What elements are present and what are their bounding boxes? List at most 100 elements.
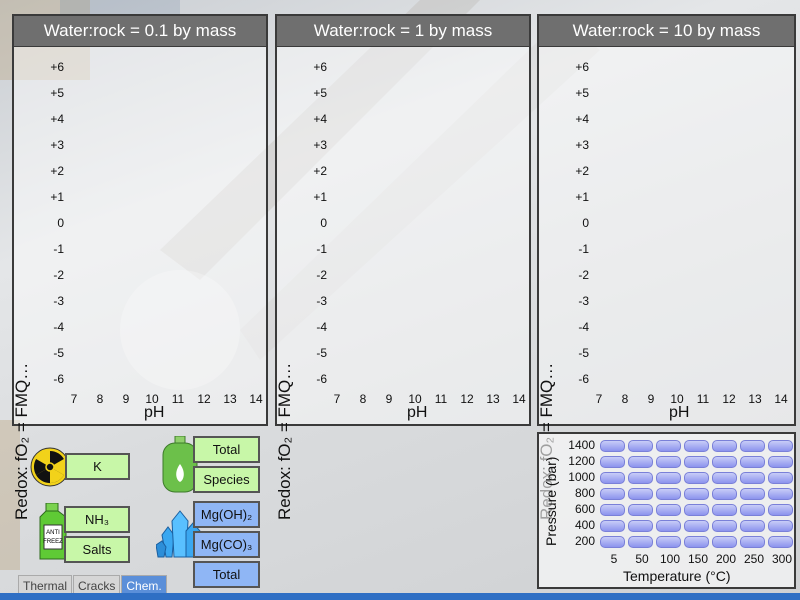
pt-cell[interactable] [628,472,653,484]
pt-cell[interactable] [768,472,793,484]
y-tick: +5 [313,86,327,100]
pt-cell[interactable] [740,456,765,468]
pt-cell[interactable] [628,536,653,548]
pt-cell[interactable] [768,504,793,516]
x-tick: 8 [359,392,367,406]
pt-cell[interactable] [656,504,681,516]
x-axis-label: pH [669,404,690,421]
pt-cell[interactable] [712,520,737,532]
temperature-label: 250 [743,552,765,566]
pt-cell[interactable] [684,520,709,532]
x-tick: 13 [748,392,762,406]
pressure-label: 800 [574,486,595,500]
redox-ph-panel-0.1[interactable]: Water:rock = 0.1 by mass Redox: fO₂ = FM… [12,14,268,520]
pt-cell[interactable] [656,472,681,484]
nh3-button[interactable]: NH₃ [64,506,130,533]
pt-cell[interactable] [712,456,737,468]
y-axis-label: Redox: fO₂ = FMQ… [12,362,31,520]
pt-cell[interactable] [628,520,653,532]
mgoh2-button[interactable]: Mg(OH)₂ [193,501,260,528]
temperature-label: 150 [687,552,709,566]
temperature-label: 200 [715,552,737,566]
pt-cell[interactable] [712,536,737,548]
pressure-temperature-grid[interactable]: Pressure (bar) 1400 1200 1000 800 600 400 200 5… [537,432,796,589]
y-tick: -1 [578,242,589,256]
pt-cell[interactable] [684,504,709,516]
y-tick: -5 [316,346,327,360]
pt-cell[interactable] [600,520,625,532]
x-axis-label: pH [144,404,165,421]
pt-cell[interactable] [628,456,653,468]
y-tick: +4 [50,112,64,126]
pt-cell[interactable] [656,520,681,532]
temperature-axis-label: Temperature (°C) [623,568,731,584]
x-ticks: 7 8 9 10 11 12 13 14 [329,392,529,408]
x-tick: 9 [122,392,130,406]
pt-cell[interactable] [712,440,737,452]
k-button[interactable]: K [65,453,130,480]
pt-cell[interactable] [768,536,793,548]
pt-cell[interactable] [740,504,765,516]
pt-cell[interactable] [656,456,681,468]
y-tick: -3 [53,294,64,308]
pressure-label: 1200 [568,454,595,468]
pt-cell[interactable] [740,536,765,548]
pt-cell[interactable] [768,488,793,500]
y-tick: +4 [575,112,589,126]
y-tick: -6 [578,372,589,386]
pt-cell[interactable] [712,488,737,500]
pt-cell[interactable] [684,456,709,468]
pt-cell[interactable] [656,536,681,548]
pt-cell[interactable] [600,440,625,452]
mg-total-button[interactable]: Total [193,561,260,588]
antifreeze-label: ANTI [46,530,60,536]
pt-cell[interactable] [768,440,793,452]
y-tick: +2 [50,164,64,178]
pt-cell[interactable] [768,456,793,468]
pt-cell[interactable] [628,504,653,516]
pt-cell[interactable] [740,488,765,500]
pt-cell[interactable] [740,472,765,484]
gas-total-button[interactable]: Total [193,436,260,463]
pt-cell[interactable] [600,472,625,484]
pressure-label: 1000 [568,470,595,484]
y-tick: -2 [316,268,327,282]
mgco3-button[interactable]: Mg(CO)₃ [193,531,260,558]
panel-title: Water:rock = 10 by mass [539,16,794,47]
x-tick: 7 [595,392,603,406]
y-tick: +4 [313,112,327,126]
redox-ph-panel-1[interactable]: Water:rock = 1 by mass Redox: fO₂ = FMQ…… [275,14,531,520]
x-tick: 14 [774,392,788,406]
gas-species-button[interactable]: Species [193,466,260,493]
y-tick: +5 [50,86,64,100]
salts-button[interactable]: Salts [64,536,130,563]
pt-cell[interactable] [740,440,765,452]
pt-cell[interactable] [684,488,709,500]
y-tick: +6 [575,60,589,74]
pt-cell[interactable] [712,472,737,484]
pt-cell[interactable] [600,456,625,468]
pt-cell[interactable] [600,488,625,500]
radiation-icon [30,447,70,487]
pressure-label: 600 [574,502,595,516]
pt-cell[interactable] [600,504,625,516]
pt-cell[interactable] [684,440,709,452]
y-tick: +2 [575,164,589,178]
x-tick: 12 [460,392,474,406]
redox-ph-panel-10[interactable]: Water:rock = 10 by mass Redox: fO₂ = FMQ… [537,14,796,520]
pt-cell[interactable] [628,488,653,500]
pt-cell[interactable] [600,536,625,548]
pt-cell[interactable] [656,488,681,500]
y-tick: -6 [316,372,327,386]
pt-cell[interactable] [628,440,653,452]
x-tick: 8 [96,392,104,406]
pt-cell[interactable] [740,520,765,532]
panel-title: Water:rock = 0.1 by mass [14,16,266,47]
y-tick: +5 [575,86,589,100]
pt-cell[interactable] [712,504,737,516]
pt-cell[interactable] [656,440,681,452]
pt-cell[interactable] [684,536,709,548]
pt-cell[interactable] [768,520,793,532]
pt-cell[interactable] [684,472,709,484]
pressure-label: 200 [574,534,595,548]
